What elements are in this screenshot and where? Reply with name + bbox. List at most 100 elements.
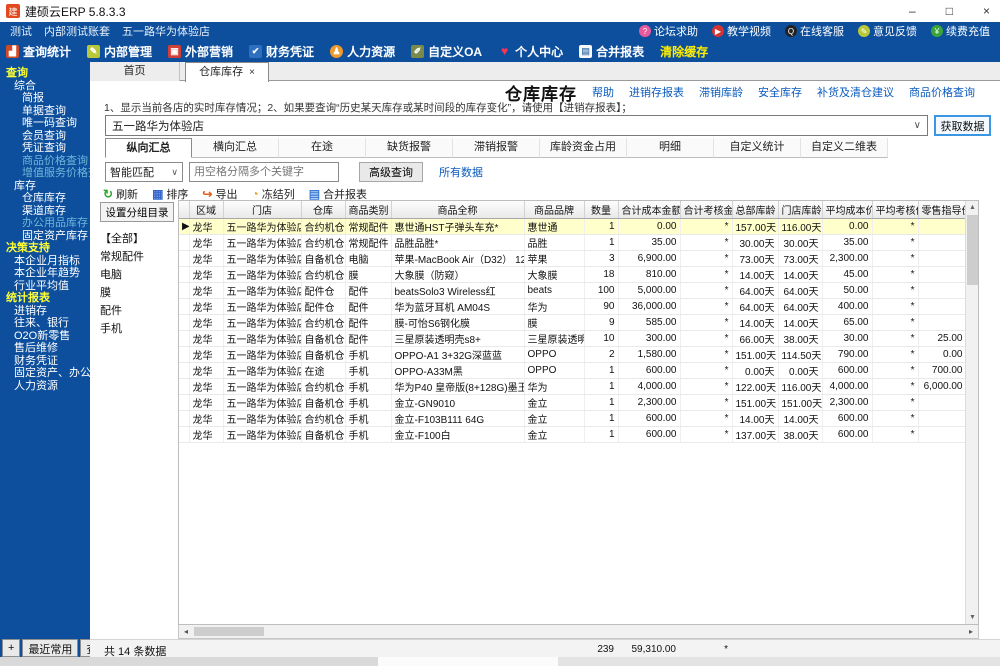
table-row[interactable]: ▶龙华五一路华为体验店合约机仓常规配件惠世通HST子弹头车充*惠世通10.00*… xyxy=(179,218,965,234)
sidebar-item-库存[interactable]: 库存 xyxy=(0,180,90,193)
view-tab-滞销报警[interactable]: 滞销报警 xyxy=(453,138,540,158)
sidebar-item-商品价格查询[interactable]: 商品价格查询 xyxy=(0,155,90,168)
group-item-膜[interactable]: 膜 xyxy=(100,284,176,302)
table-row[interactable]: 龙华五一路华为体验店合约机仓常规配件品胜品胜*品胜135.00*30.00天30… xyxy=(179,234,965,250)
sidebar-item-渠道库存[interactable]: 渠道库存 xyxy=(0,205,90,218)
column-header-总部库龄[interactable]: 总部库龄 xyxy=(732,201,778,218)
table-row[interactable]: 龙华五一路华为体验店自备机仓手机金立-F100白金立1600.00*137.00… xyxy=(179,426,965,442)
sidebar-item-综合[interactable]: 综合 xyxy=(0,80,90,93)
view-tab-缺货报警[interactable]: 缺货报警 xyxy=(366,138,453,158)
scroll-up-icon[interactable]: ▲ xyxy=(966,201,979,214)
quick-link-论坛求助[interactable]: ?论坛求助 xyxy=(639,23,698,39)
fetch-data-button[interactable]: 获取数据 xyxy=(934,115,991,136)
column-header-合计考核金额[interactable]: 合计考核金额 xyxy=(680,201,732,218)
menu-item-财务凭证[interactable]: ✔财务凭证 xyxy=(249,43,314,60)
page-link-安全库存[interactable]: 安全库存 xyxy=(758,84,802,100)
table-row[interactable]: 龙华五一路华为体验店配件仓配件beatsSolo3 Wireless红beats… xyxy=(179,282,965,298)
sidebar-item-唯一码查询[interactable]: 唯一码查询 xyxy=(0,117,90,130)
menu-item-合并报表[interactable]: ▤合并报表 xyxy=(579,43,644,60)
tab-close-icon[interactable]: × xyxy=(249,67,255,78)
sidebar-item-本企业月指标[interactable]: 本企业月指标 xyxy=(0,255,90,268)
keyword-input[interactable] xyxy=(189,162,339,182)
menu-item-清除缓存[interactable]: 清除缓存 xyxy=(660,43,708,60)
group-settings-button[interactable]: 设置分组目录 xyxy=(100,202,174,222)
page-link-进销存报表[interactable]: 进销存报表 xyxy=(629,84,684,100)
sidebar-item-凭证查询[interactable]: 凭证查询 xyxy=(0,142,90,155)
page-link-商品价格查询[interactable]: 商品价格查询 xyxy=(909,84,975,100)
hscroll-thumb[interactable] xyxy=(194,627,264,636)
view-tab-纵向汇总[interactable]: 纵向汇总 xyxy=(105,138,192,158)
horizontal-scrollbar[interactable]: ◂ ▸ xyxy=(178,625,979,639)
all-data-link[interactable]: 所有数据 xyxy=(439,164,483,180)
group-item-电脑[interactable]: 电脑 xyxy=(100,266,176,284)
store-select[interactable]: 五一路华为体验店 ∨ xyxy=(105,115,928,136)
table-row[interactable]: 龙华五一路华为体验店在途手机OPPO-A33M黑OPPO1600.00*0.00… xyxy=(179,362,965,378)
group-item-配件[interactable]: 配件 xyxy=(100,302,176,320)
menu-item-人力资源[interactable]: ♟人力资源 xyxy=(330,43,395,60)
sidebar-footer-button-+[interactable]: + xyxy=(2,639,20,657)
page-link-补货及清仓建议[interactable]: 补货及清仓建议 xyxy=(817,84,894,100)
sidebar-item-仓库库存[interactable]: 仓库库存 xyxy=(0,192,90,205)
quick-link-意见反馈[interactable]: ✎意见反馈 xyxy=(858,23,917,39)
scroll-down-icon[interactable]: ▼ xyxy=(966,611,979,624)
column-header-数量[interactable]: 数量 xyxy=(584,201,618,218)
view-tab-库龄资金占用[interactable]: 库龄资金占用 xyxy=(540,138,627,158)
sidebar-item-人力资源[interactable]: 人力资源 xyxy=(0,380,90,393)
sidebar-item-O2O新零售[interactable]: O2O新零售 xyxy=(0,330,90,343)
sidebar-item-增值服务价格查询[interactable]: 增值服务价格查询 xyxy=(0,167,90,180)
sidebar-item-往来、银行[interactable]: 往来、银行 xyxy=(0,317,90,330)
sidebar-item-财务凭证[interactable]: 财务凭证 xyxy=(0,355,90,368)
sidebar-item-办公用品库存[interactable]: 办公用品库存 xyxy=(0,217,90,230)
tab-warehouse-stock[interactable]: 仓库库存× xyxy=(185,62,269,82)
menu-item-查询统计[interactable]: ▟查询统计 xyxy=(6,43,71,60)
column-header-合计成本金额[interactable]: 合计成本金额 xyxy=(618,201,680,218)
table-row[interactable]: 龙华五一路华为体验店配件仓配件华为蓝牙耳机 AM04S华为9036,000.00… xyxy=(179,298,965,314)
column-header-门店库龄[interactable]: 门店库龄 xyxy=(778,201,822,218)
scroll-right-icon[interactable]: ▸ xyxy=(964,625,978,638)
quick-link-教学视频[interactable]: ▶教学视频 xyxy=(712,23,771,39)
column-header-平均成本价[interactable]: 平均成本价 xyxy=(822,201,872,218)
group-item-常规配件[interactable]: 常规配件 xyxy=(100,248,176,266)
table-row[interactable]: 龙华五一路华为体验店合约机仓手机金立-F103B111 64G金立1600.00… xyxy=(179,410,965,426)
sidebar-footer-button-最近常用[interactable]: 最近常用 xyxy=(22,639,78,657)
menu-item-外部营销[interactable]: ▣外部营销 xyxy=(168,43,233,60)
toolbar-刷新[interactable]: ↻刷新 xyxy=(103,186,138,202)
sidebar-item-行业平均值[interactable]: 行业平均值 xyxy=(0,280,90,293)
scroll-left-icon[interactable]: ◂ xyxy=(179,625,193,638)
page-link-滞销库龄[interactable]: 滞销库龄 xyxy=(699,84,743,100)
page-link-帮助[interactable]: 帮助 xyxy=(592,84,614,100)
table-row[interactable]: 龙华五一路华为体验店自备机仓电脑苹果-MacBook Air（D32） 128G… xyxy=(179,250,965,266)
quick-link-续费充值[interactable]: ¥续费充值 xyxy=(931,23,990,39)
match-mode-select[interactable]: 智能匹配 ∨ xyxy=(105,162,183,182)
sidebar-footer-button-查找[interactable]: 查找 xyxy=(80,639,90,657)
table-row[interactable]: 龙华五一路华为体验店自备机仓手机OPPO-A1 3+32G深蓝蓝OPPO21,5… xyxy=(179,346,965,362)
table-row[interactable]: 龙华五一路华为体验店合约机仓配件膜-可怡S6钢化膜膜9585.00*14.00天… xyxy=(179,314,965,330)
sidebar-item-本企业年趋势[interactable]: 本企业年趋势 xyxy=(0,267,90,280)
sidebar-item-单据查询[interactable]: 单据查询 xyxy=(0,105,90,118)
column-header-商品全称[interactable]: 商品全称 xyxy=(391,201,524,218)
sidebar-item-简报[interactable]: 简报 xyxy=(0,92,90,105)
table-row[interactable]: 龙华五一路华为体验店合约机仓手机华为P40 皇帝版(8+128G)墨玉黑华为14… xyxy=(179,378,965,394)
sidebar-item-进销存[interactable]: 进销存 xyxy=(0,305,90,318)
group-item-手机[interactable]: 手机 xyxy=(100,320,176,338)
column-header-门店[interactable]: 门店 xyxy=(223,201,301,218)
advanced-query-button[interactable]: 高级查询 xyxy=(359,162,423,182)
column-header-零售指导价[interactable]: 零售指导价 xyxy=(918,201,965,218)
menu-item-自定义OA[interactable]: ✐自定义OA xyxy=(411,43,482,60)
table-row[interactable]: 龙华五一路华为体验店自备机仓配件三星原装透明壳s8+三星原装透明壳10300.0… xyxy=(179,330,965,346)
sidebar-item-会员查询[interactable]: 会员查询 xyxy=(0,130,90,143)
sidebar-item-售后维修[interactable]: 售后维修 xyxy=(0,342,90,355)
column-header-区域[interactable]: 区域 xyxy=(189,201,223,218)
table-row[interactable]: 龙华五一路华为体验店合约机仓膜大象膜（防窥）大象膜18810.00*14.00天… xyxy=(179,266,965,282)
view-tab-自定义统计[interactable]: 自定义统计 xyxy=(714,138,801,158)
column-header-平均考核价[interactable]: 平均考核价 xyxy=(872,201,918,218)
column-header-marker[interactable] xyxy=(179,201,189,218)
view-tab-明细[interactable]: 明细 xyxy=(627,138,714,158)
sidebar-item-固定资产、办公用品[interactable]: 固定资产、办公用品 xyxy=(0,367,90,380)
vertical-scrollbar[interactable]: ▲ ▼ xyxy=(965,201,978,624)
minimize-button[interactable]: – xyxy=(909,4,916,18)
column-header-商品品牌[interactable]: 商品品牌 xyxy=(524,201,584,218)
column-header-仓库[interactable]: 仓库 xyxy=(301,201,345,218)
tab-home[interactable]: 首页 xyxy=(90,62,180,81)
column-header-商品类别[interactable]: 商品类别 xyxy=(345,201,391,218)
